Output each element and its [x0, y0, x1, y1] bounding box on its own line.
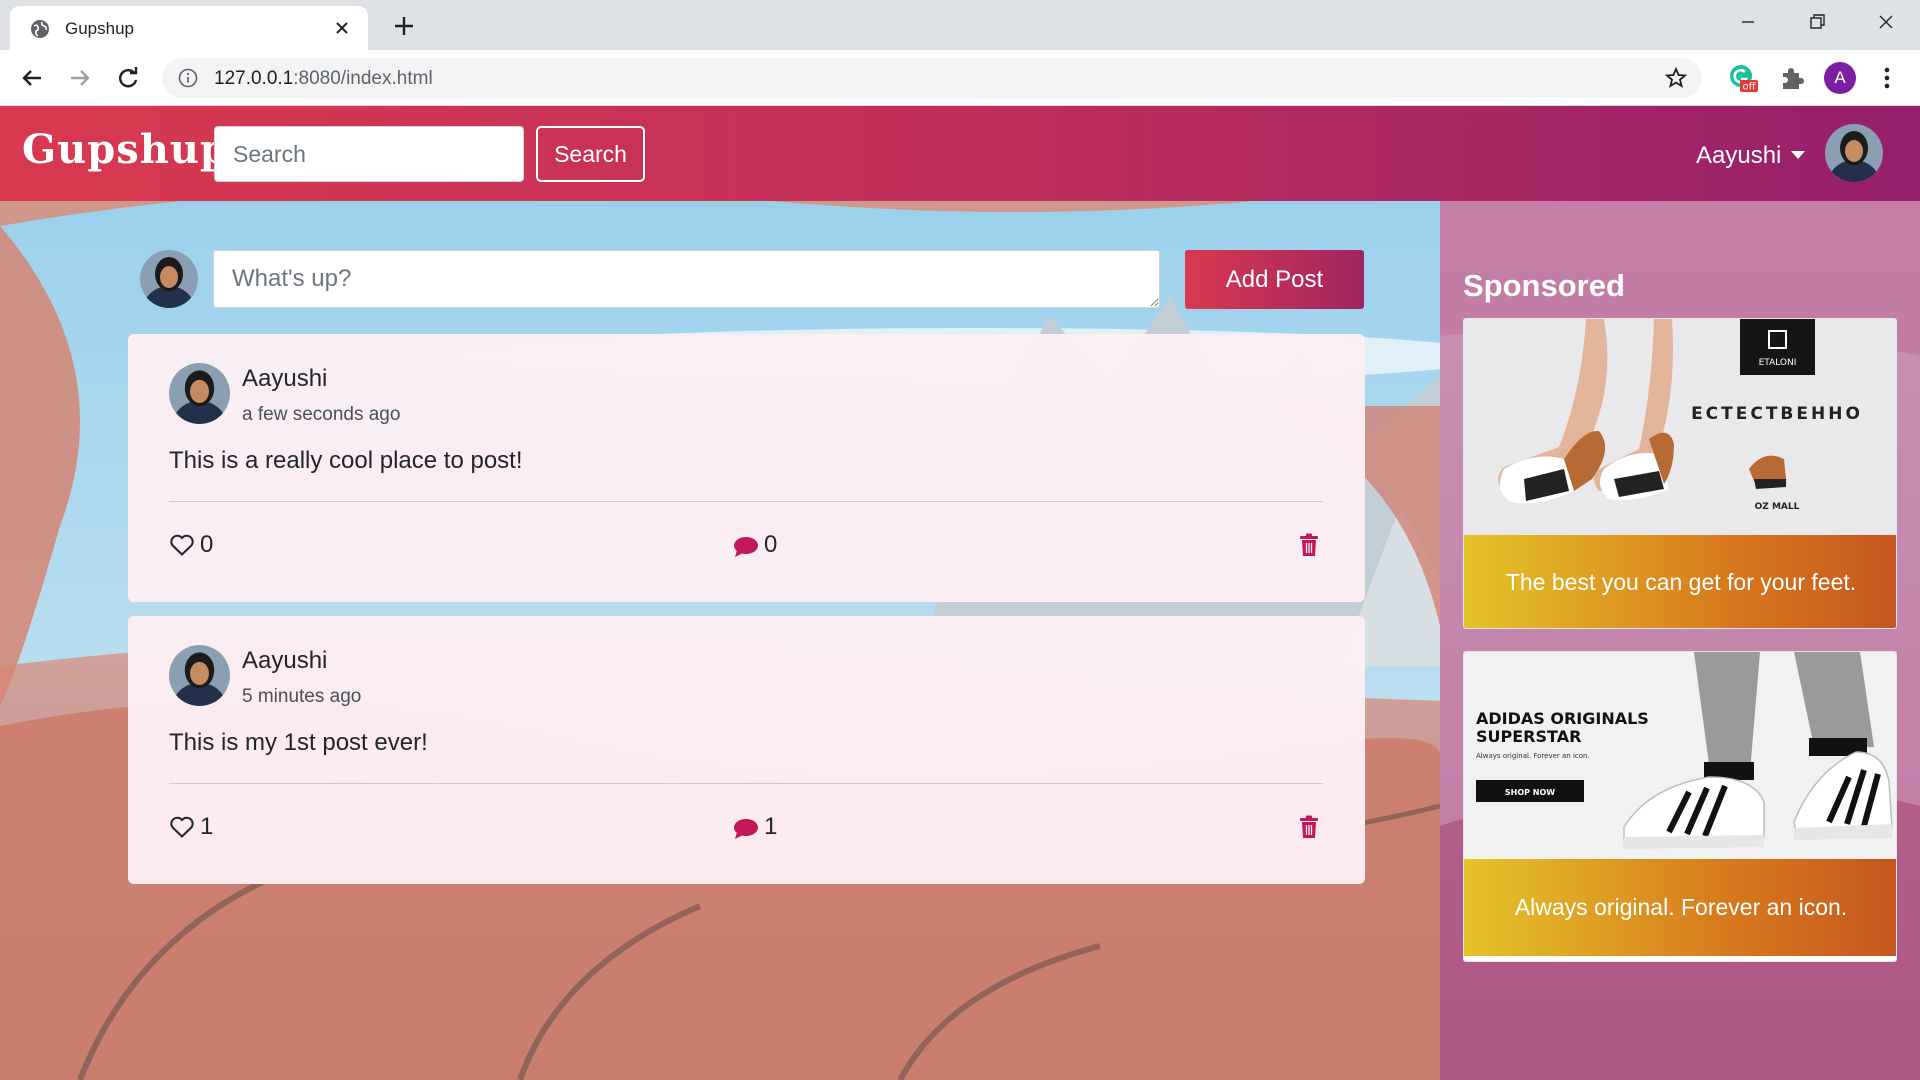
- trash-icon[interactable]: [1299, 815, 1319, 839]
- ad-mall-text: OZ MALL: [1755, 502, 1800, 512]
- ad-caption: The best you can get for your feet.: [1464, 535, 1896, 628]
- ad-brand-text: ADIDAS ORIGINALS: [1476, 709, 1649, 728]
- like-count: 1: [200, 813, 214, 840]
- ad-card[interactable]: ETALONI ЕСТЕСТВЕННО OZ MALL The best you…: [1463, 318, 1897, 629]
- page-viewport: Gupshup Search Aayushi Add Post: [0, 106, 1920, 1080]
- avatar[interactable]: [1825, 124, 1883, 182]
- post-card: Aayushi 5 minutes ago This is my 1st pos…: [128, 616, 1365, 884]
- tab-title: Gupshup: [65, 19, 134, 38]
- divider: [169, 783, 1323, 784]
- shoe-ad-image: ETALONI ЕСТЕСТВЕННО OZ MALL: [1464, 319, 1896, 535]
- post-timestamp: 5 minutes ago: [242, 686, 362, 707]
- avatar: [140, 250, 198, 308]
- browser-toolbar: 127.0.0.1:8080/index.html off A: [0, 50, 1920, 106]
- search-button[interactable]: Search: [536, 126, 645, 182]
- avatar[interactable]: [169, 363, 230, 424]
- avatar[interactable]: [169, 645, 230, 706]
- comment-icon[interactable]: [733, 817, 759, 841]
- post-author[interactable]: Aayushi: [242, 365, 327, 393]
- comment-count: 0: [764, 531, 778, 558]
- ad-cta-text: SHOP NOW: [1505, 788, 1555, 797]
- extension-badge: off: [1742, 82, 1756, 93]
- user-photo-icon: [140, 250, 198, 308]
- ad-tagline-text: Always original. Forever an icon.: [1476, 752, 1590, 760]
- post-composer-input[interactable]: [213, 250, 1160, 308]
- close-icon[interactable]: [330, 16, 354, 40]
- window-close-icon[interactable]: [1866, 8, 1906, 36]
- grammarly-extension-icon[interactable]: off: [1728, 63, 1758, 93]
- user-name: Aayushi: [1696, 142, 1782, 169]
- puzzle-extension-icon[interactable]: [1777, 63, 1807, 93]
- url-path: :8080/index.html: [293, 68, 433, 89]
- ad-caption: Always original. Forever an icon.: [1464, 859, 1896, 956]
- add-post-button[interactable]: Add Post: [1185, 250, 1364, 309]
- user-photo-icon: [169, 363, 230, 424]
- minimize-icon[interactable]: [1728, 8, 1768, 36]
- url-text[interactable]: 127.0.0.1:8080/index.html: [214, 68, 433, 90]
- user-dropdown[interactable]: Aayushi: [1696, 142, 1806, 170]
- post-timestamp: a few seconds ago: [242, 404, 401, 425]
- browser-tab[interactable]: Gupshup: [10, 6, 368, 50]
- heart-icon[interactable]: [169, 815, 195, 839]
- info-icon[interactable]: [178, 68, 198, 88]
- divider: [169, 501, 1323, 502]
- ad-brand-text-2: SUPERSTAR: [1476, 727, 1581, 746]
- post-author[interactable]: Aayushi: [242, 647, 327, 675]
- post-text: This is a really cool place to post!: [169, 447, 523, 474]
- heart-icon[interactable]: [169, 533, 195, 557]
- search-input[interactable]: [214, 126, 524, 182]
- restore-icon[interactable]: [1796, 8, 1836, 36]
- profile-avatar[interactable]: A: [1824, 62, 1856, 94]
- brand-logo[interactable]: Gupshup: [22, 126, 229, 173]
- kebab-menu-icon[interactable]: [1876, 63, 1898, 93]
- site-navbar: Gupshup Search Aayushi: [0, 106, 1920, 201]
- user-photo-icon: [169, 645, 230, 706]
- address-bar[interactable]: 127.0.0.1:8080/index.html: [162, 58, 1702, 98]
- bookmark-star-icon[interactable]: [1664, 66, 1688, 90]
- comment-icon[interactable]: [733, 535, 759, 559]
- reload-icon[interactable]: [112, 62, 144, 94]
- post-text: This is my 1st post ever!: [169, 729, 428, 756]
- ad-card[interactable]: ADIDAS ORIGINALS SUPERSTAR Always origin…: [1463, 651, 1897, 962]
- like-count: 0: [200, 531, 214, 558]
- new-tab-icon[interactable]: [390, 12, 418, 40]
- user-photo-icon: [1825, 124, 1883, 182]
- ad-brand-text: ETALONI: [1759, 358, 1797, 368]
- comment-count: 1: [764, 813, 778, 840]
- trash-icon[interactable]: [1299, 533, 1319, 557]
- post-card: Aayushi a few seconds ago This is a real…: [128, 334, 1365, 602]
- forward-arrow-icon[interactable]: [64, 62, 96, 94]
- ad-headline-text: ЕСТЕСТВЕННО: [1691, 404, 1863, 424]
- sponsored-heading: Sponsored: [1463, 268, 1625, 303]
- url-host: 127.0.0.1: [214, 68, 294, 89]
- browser-tab-bar: Gupshup: [0, 0, 1920, 50]
- sneaker-ad-image: ADIDAS ORIGINALS SUPERSTAR Always origin…: [1464, 652, 1896, 859]
- caret-down-icon: [1791, 150, 1806, 159]
- globe-icon: [31, 20, 49, 38]
- back-arrow-icon[interactable]: [16, 62, 48, 94]
